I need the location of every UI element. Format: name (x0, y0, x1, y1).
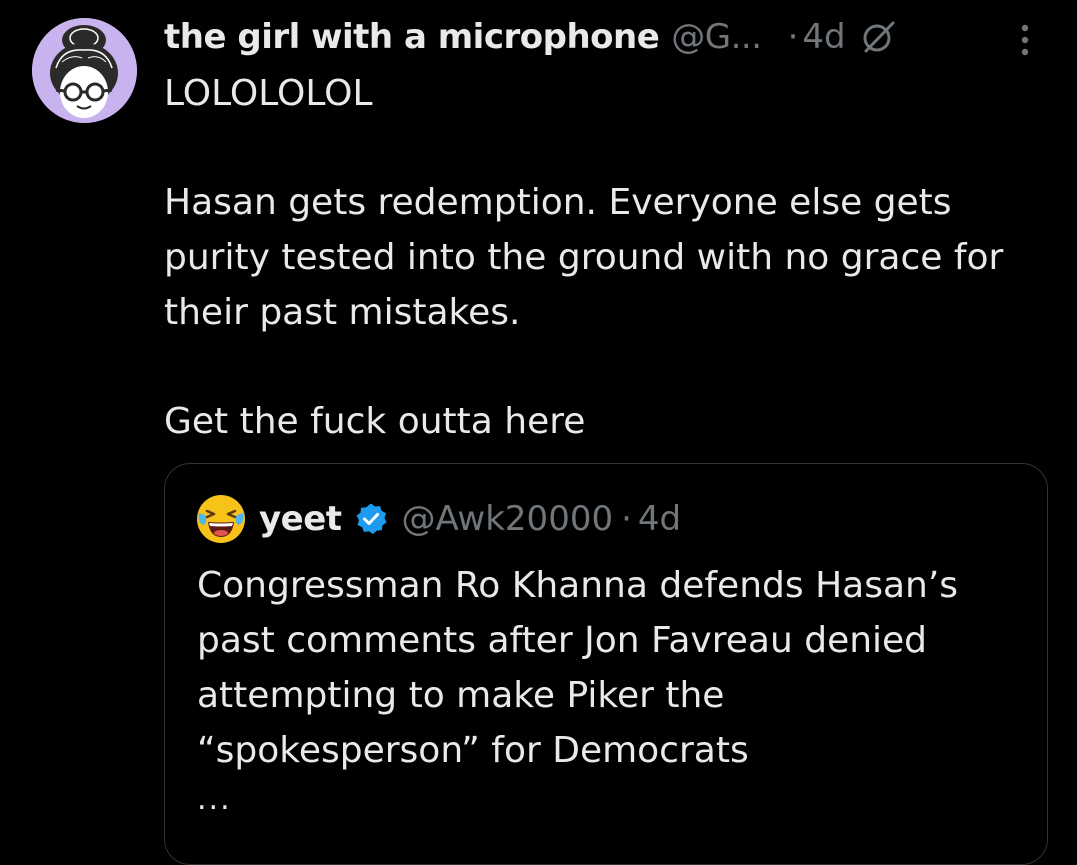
author-display-name[interactable]: the girl with a microphone (164, 17, 660, 57)
grok-icon[interactable] (860, 19, 896, 55)
verified-badge-icon[interactable] (354, 502, 388, 536)
post-timestamp[interactable]: 4d (802, 17, 845, 57)
quoted-text-line: “spokesperson” for Democrats (197, 730, 749, 771)
quoted-post-timestamp[interactable]: 4d (638, 499, 681, 539)
post-text-line: LOLOLOLOL (164, 73, 373, 114)
post-text-line: Hasan gets redemption. Everyone else get… (164, 182, 952, 223)
post[interactable]: the girl with a microphone @G... · 4d LO… (0, 0, 1077, 865)
author-avatar[interactable] (32, 18, 137, 123)
truncation-ellipsis: ... (197, 782, 232, 817)
quoted-header-separator: · (621, 499, 632, 539)
post-body: LOLOLOLOL Hasan gets redemption. Everyon… (164, 66, 1054, 449)
quoted-text-line: attempting to make Piker the (197, 675, 725, 716)
cartoon-woman-avatar-icon (32, 18, 137, 123)
quoted-post[interactable]: yeet @Awk20000 · 4d Congressman Ro Khann… (164, 463, 1048, 865)
laughing-crying-emoji-icon[interactable] (195, 493, 247, 545)
post-text-line: Get the fuck outta here (164, 401, 586, 442)
quoted-text-line: past comments after Jon Favreau denied (197, 620, 928, 661)
post-text-line: purity tested into the ground with no gr… (164, 237, 1004, 278)
post-text-line: their past mistakes. (164, 292, 521, 333)
quoted-text-line: Congressman Ro Khanna defends Hasan’s (197, 565, 959, 606)
header-separator: · (787, 17, 799, 57)
quoted-post-body: Congressman Ro Khanna defends Hasan’s pa… (197, 558, 1017, 778)
quoted-author-handle[interactable]: @Awk20000 (402, 499, 614, 539)
author-handle[interactable]: @G... (671, 17, 762, 57)
quoted-post-header: yeet @Awk20000 · 4d (195, 494, 681, 544)
more-vertical-icon[interactable] (1012, 20, 1038, 60)
post-header: the girl with a microphone @G... · 4d (164, 14, 896, 60)
quoted-author-display-name[interactable]: yeet (259, 499, 342, 539)
